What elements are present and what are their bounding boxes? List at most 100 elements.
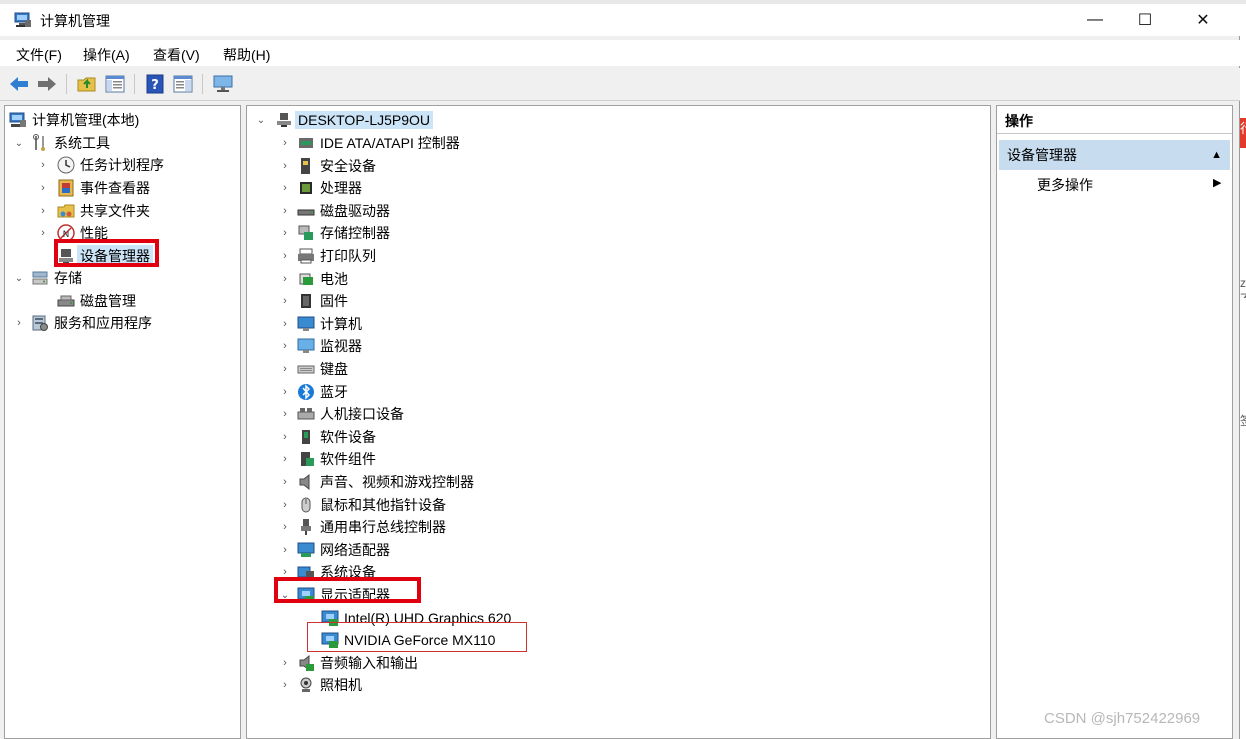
chevron-right-icon[interactable]: ›: [279, 290, 291, 312]
device-category-row[interactable]: › 打印队列: [279, 245, 376, 267]
device-label: 照相机: [320, 677, 362, 693]
chevron-right-icon[interactable]: ›: [279, 471, 291, 493]
clock-icon: [57, 156, 75, 174]
device-category-row[interactable]: › 键盘: [279, 358, 348, 380]
chevron-right-icon[interactable]: ›: [279, 245, 291, 267]
chevron-right-icon[interactable]: ›: [279, 381, 291, 403]
monitor-icon[interactable]: [212, 73, 234, 95]
back-icon[interactable]: [8, 73, 30, 95]
help-icon[interactable]: ?: [144, 73, 166, 95]
computer-icon: [297, 315, 315, 333]
ide-controller-icon: [297, 134, 315, 152]
maximize-button[interactable]: ☐: [1116, 4, 1174, 36]
software-device-icon: [297, 428, 315, 446]
battery-icon: [297, 270, 315, 288]
menu-help[interactable]: 帮助(H): [223, 45, 270, 65]
tree-item-root[interactable]: 计算机管理(本地): [9, 109, 139, 131]
chevron-down-icon[interactable]: ⌄: [13, 267, 25, 289]
device-category-row[interactable]: › 通用串行总线控制器: [279, 516, 446, 538]
chevron-right-icon[interactable]: ›: [37, 222, 49, 244]
device-category-row[interactable]: › 固件: [279, 290, 348, 312]
tree-item-label: 存储: [54, 270, 82, 286]
chevron-down-icon[interactable]: ⌄: [255, 109, 267, 131]
device-label: 固件: [320, 293, 348, 309]
tree-item-event-viewer[interactable]: › 事件查看器: [37, 177, 150, 199]
tree-item-services-apps[interactable]: › 服务和应用程序: [13, 312, 152, 334]
services-icon: [31, 314, 49, 332]
chevron-right-icon[interactable]: ›: [279, 132, 291, 154]
device-label: 软件设备: [320, 429, 376, 445]
up-folder-icon[interactable]: [76, 73, 98, 95]
monitor-icon: [297, 337, 315, 355]
chevron-right-icon[interactable]: ›: [279, 268, 291, 290]
device-category-row[interactable]: › 安全设备: [279, 155, 376, 177]
device-label: 电池: [320, 271, 348, 287]
chevron-right-icon[interactable]: ›: [279, 652, 291, 674]
collapse-up-icon[interactable]: ▲: [1211, 140, 1222, 170]
tree-item-system-tools[interactable]: ⌄ 系统工具: [13, 132, 110, 154]
device-category-row[interactable]: › 监视器: [279, 335, 362, 357]
more-actions-item[interactable]: 更多操作: [1037, 172, 1093, 198]
window-title: 计算机管理: [40, 13, 110, 29]
chevron-right-icon[interactable]: ›: [279, 516, 291, 538]
device-label: 键盘: [320, 361, 348, 377]
properties-icon[interactable]: [172, 73, 194, 95]
tree-item-label: 事件查看器: [80, 180, 150, 196]
chevron-right-icon[interactable]: ›: [279, 448, 291, 470]
tree-item-task-scheduler[interactable]: › 任务计划程序: [37, 154, 164, 176]
chevron-right-icon[interactable]: ›: [279, 358, 291, 380]
background-red-tab: 行: [1240, 118, 1246, 148]
background-edge-text: z不: [1240, 276, 1246, 298]
chevron-right-icon[interactable]: ›: [279, 539, 291, 561]
chevron-right-icon[interactable]: ›: [13, 312, 25, 334]
chevron-right-icon[interactable]: ›: [37, 177, 49, 199]
device-category-row[interactable]: › 磁盘驱动器: [279, 200, 390, 222]
tree-item-shared-folders[interactable]: › 共享文件夹: [37, 200, 150, 222]
chevron-right-icon[interactable]: ›: [279, 222, 291, 244]
highlight-device-manager: [54, 239, 159, 267]
more-actions-label: 更多操作: [1037, 177, 1093, 193]
chevron-right-icon[interactable]: ›: [279, 177, 291, 199]
forward-icon[interactable]: [36, 73, 58, 95]
chevron-right-icon[interactable]: ›: [279, 674, 291, 696]
device-category-row[interactable]: › 蓝牙: [279, 381, 348, 403]
device-category-row[interactable]: › 软件设备: [279, 426, 376, 448]
chevron-right-icon[interactable]: ›: [279, 200, 291, 222]
device-category-row[interactable]: › 软件组件: [279, 448, 376, 470]
device-category-row[interactable]: › IDE ATA/ATAPI 控制器: [279, 132, 460, 154]
chevron-right-icon[interactable]: ›: [279, 335, 291, 357]
device-category-row[interactable]: › 电池: [279, 268, 348, 290]
chevron-right-icon[interactable]: ›: [279, 494, 291, 516]
device-category-row[interactable]: › 人机接口设备: [279, 403, 404, 425]
device-category-row[interactable]: › 网络适配器: [279, 539, 390, 561]
audio-io-icon: [297, 654, 315, 672]
close-button[interactable]: ✕: [1174, 4, 1232, 36]
chevron-right-icon[interactable]: ›: [37, 154, 49, 176]
device-tree-root[interactable]: ⌄ DESKTOP-LJ5P9OU: [255, 109, 434, 131]
device-label: 处理器: [320, 180, 362, 196]
device-category-row[interactable]: › 计算机: [279, 313, 362, 335]
tree-item-storage[interactable]: ⌄ 存储: [13, 267, 82, 289]
actions-pane: 操作 设备管理器 ▲ 更多操作 ▶: [996, 105, 1233, 739]
menu-view[interactable]: 查看(V): [153, 45, 200, 65]
chevron-right-icon[interactable]: ›: [279, 155, 291, 177]
device-label: 网络适配器: [320, 542, 390, 558]
show-hide-tree-icon[interactable]: [104, 73, 126, 95]
device-category-row[interactable]: › 存储控制器: [279, 222, 390, 244]
chevron-right-icon[interactable]: ›: [279, 403, 291, 425]
chevron-right-icon[interactable]: ›: [279, 313, 291, 335]
chevron-down-icon[interactable]: ⌄: [13, 132, 25, 154]
actions-group-device-manager[interactable]: 设备管理器 ▲: [999, 140, 1230, 170]
chevron-right-icon[interactable]: ›: [279, 426, 291, 448]
title-bar[interactable]: 计算机管理 — ☐ ✕: [0, 4, 1240, 36]
tree-item-disk-management[interactable]: 磁盘管理: [57, 290, 136, 312]
device-category-row[interactable]: › 处理器: [279, 177, 362, 199]
device-category-row[interactable]: › 音频输入和输出: [279, 652, 418, 674]
device-category-row[interactable]: › 照相机: [279, 674, 362, 696]
menu-action[interactable]: 操作(A): [83, 45, 130, 65]
menu-file[interactable]: 文件(F): [16, 45, 62, 65]
device-category-row[interactable]: › 鼠标和其他指针设备: [279, 494, 446, 516]
chevron-right-icon[interactable]: ›: [37, 200, 49, 222]
device-label: 安全设备: [320, 158, 376, 174]
device-category-row[interactable]: › 声音、视频和游戏控制器: [279, 471, 474, 493]
